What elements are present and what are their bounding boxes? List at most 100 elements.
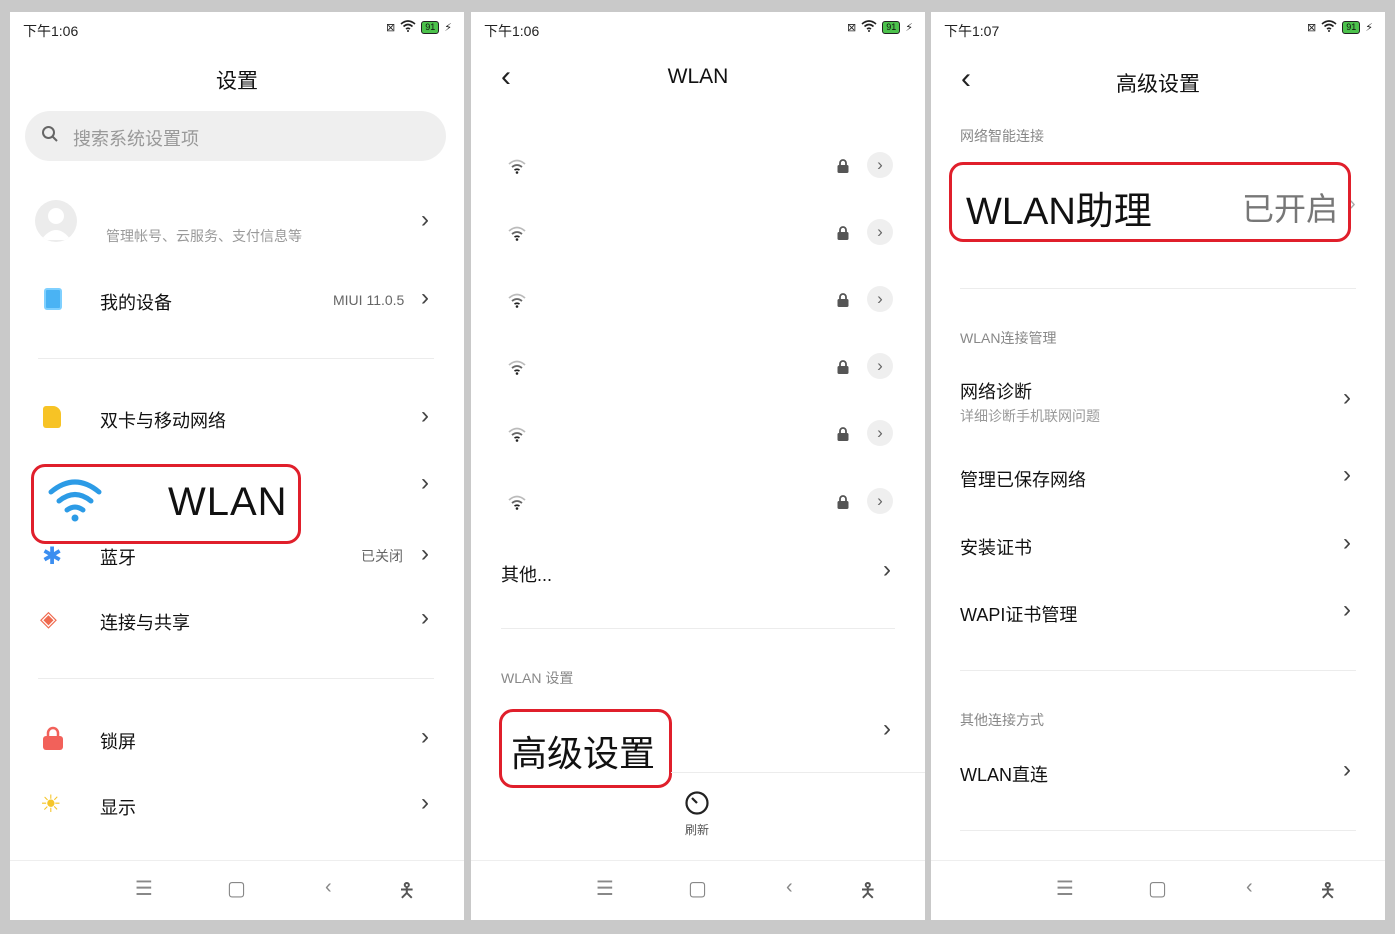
divider <box>38 678 434 679</box>
search-placeholder: 搜索系统设置项 <box>73 129 199 149</box>
back-icon[interactable]: ‹ <box>325 876 332 899</box>
bluetooth-row[interactable]: ✱ 蓝牙 已关闭 › <box>10 542 464 582</box>
lock-icon <box>836 426 850 447</box>
network-detail-button[interactable]: › <box>867 420 893 446</box>
menu-icon[interactable]: ☰ <box>1056 876 1074 901</box>
network-detail-button[interactable]: › <box>867 286 893 312</box>
home-icon[interactable]: ▢ <box>227 876 246 901</box>
my-device-value: MIUI 11.0.5 <box>333 292 405 308</box>
sim-x-icon: ⊠ <box>1307 22 1317 34</box>
divider <box>960 670 1356 671</box>
status-icons: ⊠ 91 ⚡ <box>386 20 452 35</box>
wifi-signal-icon <box>507 494 527 515</box>
wapi-cert-label: WAPI证书管理 <box>960 605 1078 625</box>
other-network-row[interactable]: 其他... › <box>471 556 925 596</box>
wifi-signal-icon <box>507 426 527 447</box>
connect-share-label: 连接与共享 <box>100 613 190 633</box>
my-device-row[interactable]: 我的设备 MIUI 11.0.5 › <box>10 282 464 322</box>
accessibility-icon[interactable]: 🯅 <box>1319 876 1337 910</box>
advanced-settings-label: 高级设置 <box>511 733 656 774</box>
bluetooth-value: 已关闭 <box>361 548 403 564</box>
menu-icon[interactable]: ☰ <box>596 876 614 901</box>
bluetooth-icon: ✱ <box>42 543 63 570</box>
back-icon[interactable]: ‹ <box>786 876 793 899</box>
network-row[interactable]: › <box>471 219 925 249</box>
settings-screen: 下午1:06 ⊠ 91 ⚡ 设置 搜索系统设置项 管理帐号、云服务、支付信息等 … <box>10 12 464 920</box>
chevron-right-icon: › <box>421 469 429 496</box>
status-time: 下午1:06 <box>23 23 79 39</box>
bluetooth-label: 蓝牙 <box>100 548 136 568</box>
nav-bar: ☰ ▢ ‹ 🯅 <box>471 860 925 920</box>
avatar <box>35 200 77 242</box>
diagnose-subtitle: 详细诊断手机联网问题 <box>960 408 1100 424</box>
battery-icon: 91 <box>882 21 901 34</box>
network-row[interactable]: › <box>471 420 925 450</box>
chevron-right-icon: › <box>1343 756 1351 783</box>
network-detail-button[interactable]: › <box>867 488 893 514</box>
chevron-right-icon: › <box>421 723 429 750</box>
divider <box>960 288 1356 289</box>
saved-networks-label: 管理已保存网络 <box>960 470 1086 490</box>
menu-icon[interactable]: ☰ <box>135 876 153 901</box>
wapi-cert-row[interactable]: WAPI证书管理 › <box>931 597 1385 637</box>
install-cert-label: 安装证书 <box>960 538 1032 558</box>
chevron-right-icon: › <box>421 402 429 429</box>
account-row[interactable]: 管理帐号、云服务、支付信息等 › <box>10 192 464 252</box>
network-row[interactable]: › <box>471 152 925 182</box>
accessibility-icon[interactable]: 🯅 <box>398 876 416 910</box>
back-icon[interactable]: ‹ <box>1246 876 1253 899</box>
wlan-direct-row[interactable]: WLAN直连 › <box>931 757 1385 797</box>
lock-screen-label: 锁屏 <box>100 732 136 752</box>
divider <box>501 628 895 629</box>
network-detail-button[interactable]: › <box>867 152 893 178</box>
wlan-assistant-value: 已开启 <box>1242 191 1339 227</box>
wifi-icon <box>48 478 102 527</box>
sim-card-icon <box>43 406 61 428</box>
chevron-right-icon: › <box>883 556 891 583</box>
page-title: 高级设置 <box>1116 73 1200 96</box>
network-row[interactable]: › <box>471 353 925 383</box>
wlan-label: WLAN <box>168 480 288 524</box>
wifi-signal-icon <box>507 158 527 179</box>
accessibility-icon[interactable]: 🯅 <box>859 876 877 910</box>
dual-sim-row[interactable]: 双卡与移动网络 › <box>10 400 464 440</box>
lock-icon <box>836 225 850 246</box>
lock-screen-row[interactable]: 锁屏 › <box>10 722 464 762</box>
share-icon: ◈ <box>40 606 57 631</box>
wifi-icon <box>861 20 877 35</box>
refresh-button[interactable]: 刷新 <box>671 790 723 840</box>
wifi-icon <box>1321 20 1337 35</box>
display-row[interactable]: ☀ 显示 › <box>10 788 464 828</box>
home-icon[interactable]: ▢ <box>1148 876 1167 901</box>
network-detail-button[interactable]: › <box>867 353 893 379</box>
connect-share-row[interactable]: ◈ 连接与共享 › <box>10 604 464 644</box>
network-row[interactable]: › <box>471 286 925 316</box>
wlan-screen: 下午1:06 ⊠ 91 ⚡ ‹ WLAN › › › › › › 其他... › WLAN… <box>471 12 925 920</box>
dual-sim-label: 双卡与移动网络 <box>100 411 226 431</box>
battery-icon: 91 <box>421 21 440 34</box>
nav-bar: ☰ ▢ ‹ 🯅 <box>931 860 1385 920</box>
status-icons: ⊠ 91 ⚡ <box>847 20 913 35</box>
network-detail-button[interactable]: › <box>867 219 893 245</box>
account-subtitle: 管理帐号、云服务、支付信息等 <box>106 228 302 244</box>
install-cert-row[interactable]: 安装证书 › <box>931 530 1385 570</box>
home-icon[interactable]: ▢ <box>688 876 707 901</box>
device-icon <box>44 288 62 310</box>
search-input[interactable]: 搜索系统设置项 <box>25 111 446 161</box>
other-connect-section: 其他连接方式 <box>960 712 1044 728</box>
network-diagnose-row[interactable]: 网络诊断 详细诊断手机联网问题 › <box>931 376 1385 426</box>
smart-connect-section: 网络智能连接 <box>960 128 1044 144</box>
saved-networks-row[interactable]: 管理已保存网络 › <box>931 462 1385 502</box>
sim-x-icon: ⊠ <box>847 22 857 34</box>
wifi-signal-icon <box>507 225 527 246</box>
charging-icon: ⚡ <box>1365 22 1373 34</box>
divider <box>671 772 925 773</box>
advanced-settings-screen: 下午1:07 ⊠ 91 ⚡ ‹ 高级设置 网络智能连接 › WLAN助理 已开启… <box>931 12 1385 920</box>
wifi-signal-icon <box>507 359 527 380</box>
chevron-right-icon: › <box>1343 596 1351 623</box>
chevron-right-icon: › <box>1343 384 1351 411</box>
lock-icon <box>836 158 850 179</box>
network-row[interactable]: › <box>471 488 925 518</box>
lock-icon <box>836 494 850 515</box>
diagnose-label: 网络诊断 <box>960 382 1032 402</box>
